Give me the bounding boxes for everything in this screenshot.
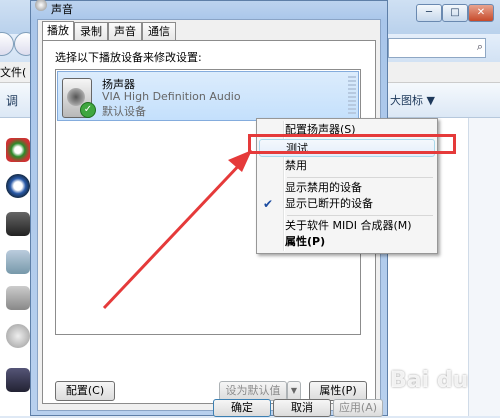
annotation-arrow <box>102 150 252 310</box>
watermark: Bai du <box>390 368 469 393</box>
